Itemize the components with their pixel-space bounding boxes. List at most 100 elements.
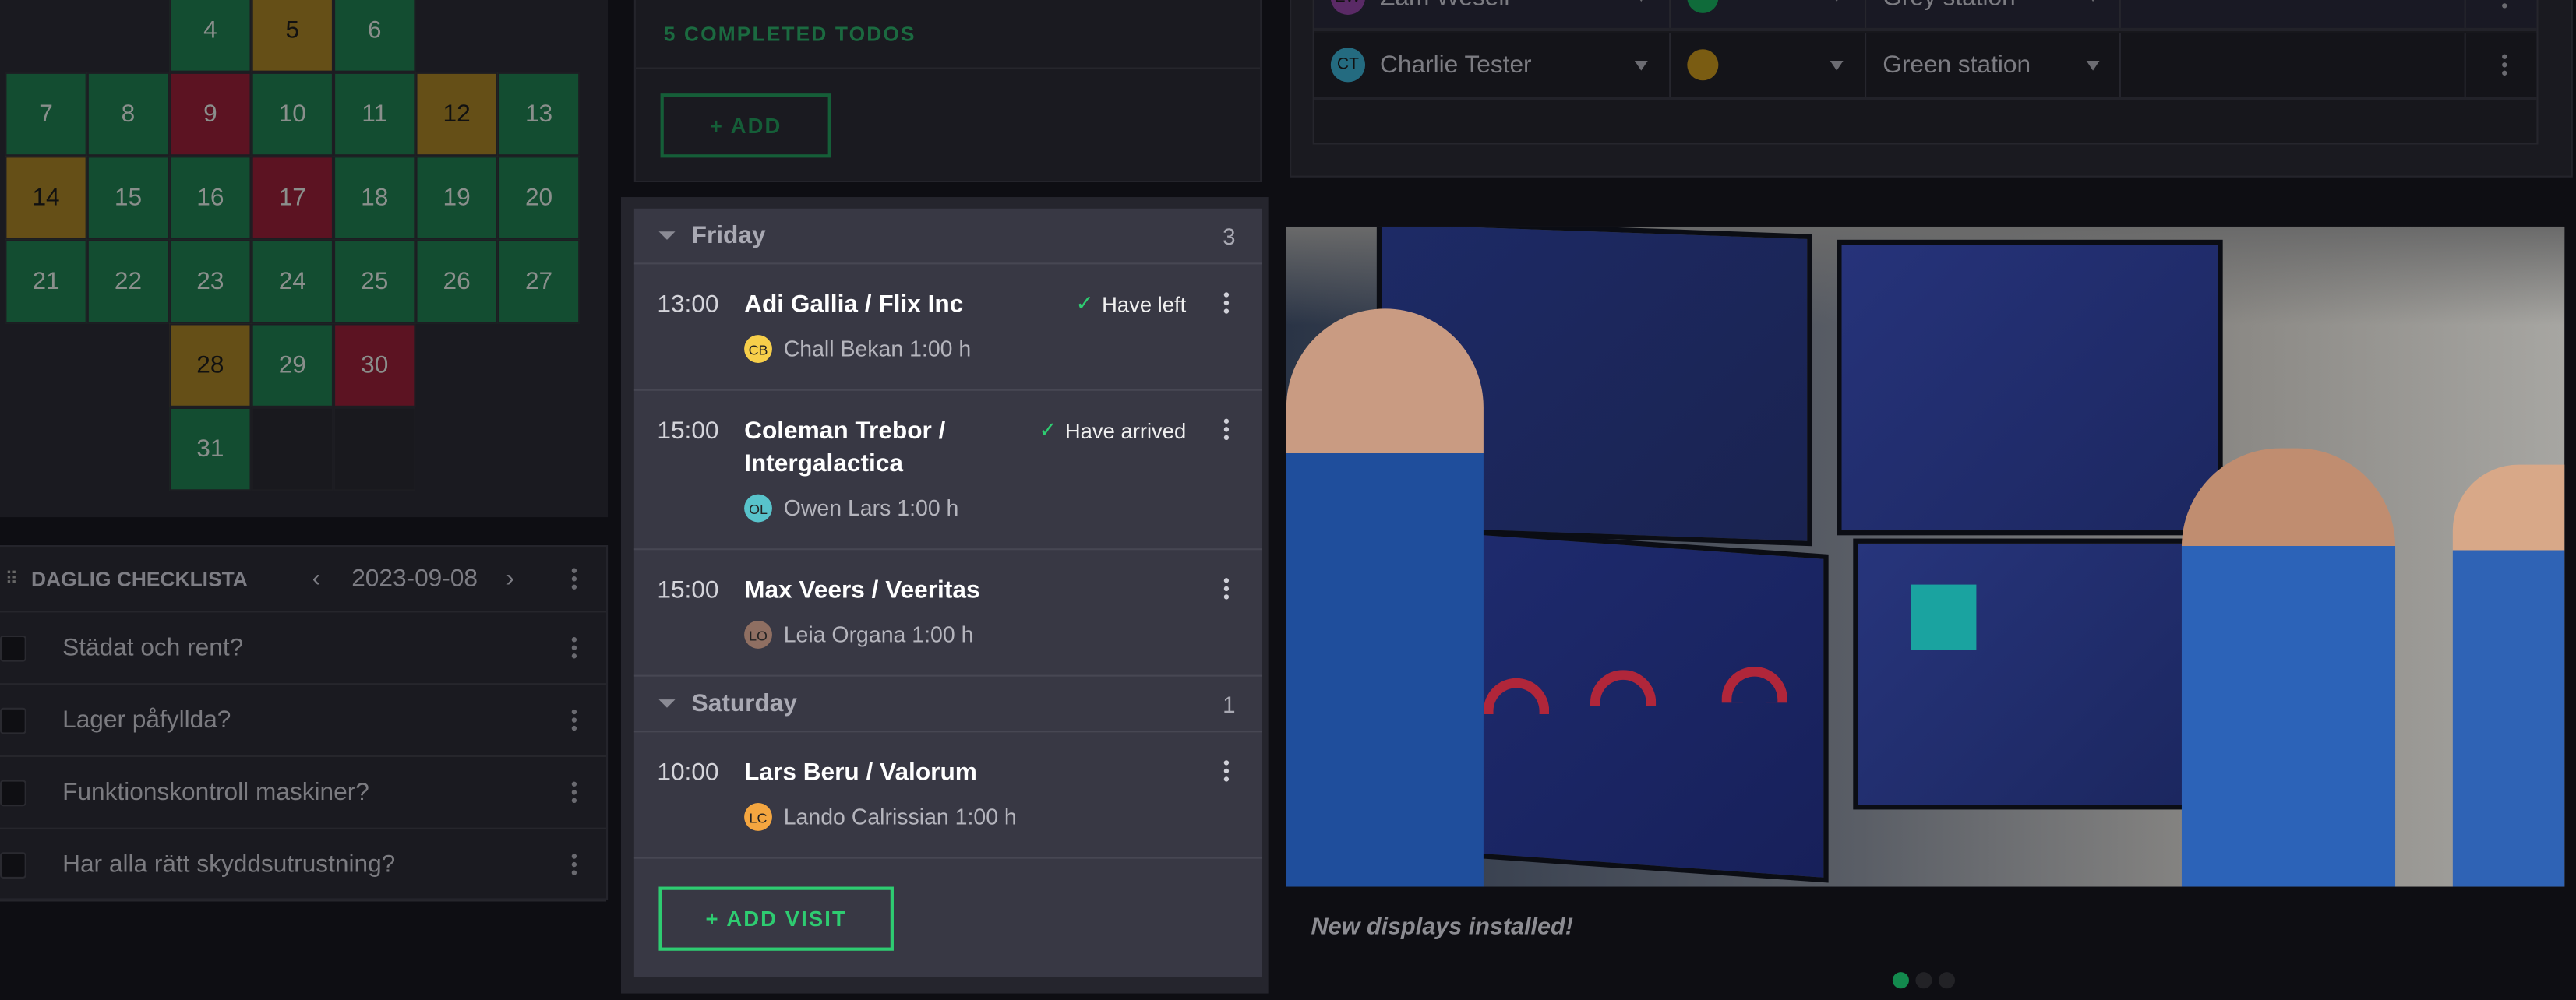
checklist-item: Lager påfyllda? (0, 685, 606, 757)
completed-todos-toggle[interactable]: 5 COMPLETED TODOS (664, 23, 916, 47)
add-todo-button[interactable]: + ADD (660, 93, 831, 158)
calendar-day[interactable]: 11 (333, 72, 416, 157)
row-menu-icon[interactable] (2500, 0, 2507, 8)
checklist-checkbox[interactable] (0, 706, 26, 734)
day-name: Friday (691, 221, 766, 250)
collapse-caret-icon[interactable] (658, 231, 676, 240)
prev-date-button[interactable]: ‹ (312, 565, 321, 593)
person (1286, 308, 1484, 887)
calendar-day[interactable]: 31 (169, 407, 252, 491)
carousel-dot[interactable] (1915, 972, 1932, 989)
avatar: CB (744, 335, 772, 363)
calendar-day[interactable]: 10 (251, 72, 334, 157)
calendar-day[interactable]: 19 (415, 156, 498, 240)
calendar-day[interactable]: 9 (169, 72, 252, 157)
next-date-button[interactable]: › (506, 565, 514, 593)
calendar-day[interactable]: 13 (497, 72, 580, 157)
notes-cell[interactable] (2121, 0, 2466, 28)
status-dot (1687, 0, 1719, 12)
item-menu-icon[interactable] (570, 854, 577, 875)
dropdown-arrow-icon[interactable] (2086, 0, 2100, 2)
avatar: CT (1330, 48, 1366, 83)
status-select[interactable] (1671, 0, 1867, 28)
checklist-checkbox[interactable] (0, 634, 26, 661)
visit-menu-icon[interactable] (1223, 760, 1229, 782)
station-select[interactable]: Green station (1866, 33, 2121, 97)
day-group-header[interactable]: Saturday 1 (633, 677, 1262, 733)
visit-menu-icon[interactable] (1223, 292, 1229, 314)
calendar-day[interactable]: 21 (5, 239, 87, 324)
station-select[interactable]: Grey station (1866, 0, 2121, 28)
item-menu-icon[interactable] (570, 781, 577, 804)
checklist-checkbox[interactable] (0, 851, 26, 878)
person-select[interactable]: ZW Zam Wesell (1314, 0, 1671, 28)
visit-menu-icon[interactable] (1223, 578, 1229, 600)
person-select[interactable]: CT Charlie Tester (1314, 33, 1671, 97)
calendar-day[interactable]: 30 (333, 323, 416, 407)
check-icon: ✓ (1039, 417, 1057, 442)
calendar-day[interactable]: 5 (251, 0, 334, 72)
host-name: Chall Bekan 1:00 h (783, 336, 972, 361)
checklist-menu-icon[interactable] (570, 568, 577, 590)
checklist-item-label: Lager påfyllda? (62, 706, 231, 734)
visit-item[interactable]: 13:00 Adi Gallia / Flix Inc CB Chall Bekan … (633, 264, 1262, 391)
calendar-day[interactable]: 8 (86, 72, 170, 157)
calendar-day[interactable]: 7 (5, 72, 87, 157)
visit-host: LC Lando Calrissian 1:00 h (744, 803, 1017, 831)
status-label: Have arrived (1064, 417, 1187, 443)
divider (635, 67, 1261, 69)
news-caption: New displays installed! (1311, 914, 1573, 942)
notes-cell[interactable] (2121, 33, 2466, 97)
calendar-day[interactable]: 22 (86, 239, 170, 324)
calendar-day[interactable]: 18 (333, 156, 416, 240)
visit-time: 15:00 (657, 417, 719, 445)
calendar-day[interactable]: 29 (251, 323, 334, 407)
calendar-day[interactable]: 17 (251, 156, 334, 240)
calendar-day[interactable]: 28 (169, 323, 252, 407)
status-select[interactable] (1671, 33, 1867, 97)
calendar-day[interactable]: 14 (5, 156, 87, 240)
calendar-day[interactable]: 16 (169, 156, 252, 240)
calendar-day[interactable]: 26 (415, 239, 498, 324)
dropdown-arrow-icon[interactable] (1830, 59, 1844, 70)
row-menu-cell[interactable] (2466, 33, 2540, 97)
item-menu-icon[interactable] (570, 709, 577, 731)
add-visit-button[interactable]: + ADD VISIT (658, 886, 894, 951)
stations-table: ZW Zam Wesell Grey station CT Charlie Tester… (1312, 0, 2540, 145)
calendar-day[interactable]: 25 (333, 239, 416, 324)
day-group-header[interactable]: Friday 3 (633, 209, 1262, 265)
visit-item[interactable]: 15:00 Coleman Trebor / Intergalactica OL Ow… (633, 391, 1262, 551)
collapse-caret-icon[interactable] (658, 699, 676, 708)
row-menu-icon[interactable] (2500, 54, 2507, 76)
visit-time: 13:00 (657, 290, 719, 319)
visit-status: ✓ Have left (1076, 290, 1187, 317)
carousel-dot[interactable] (1892, 972, 1909, 989)
status-label: Have left (1102, 291, 1187, 316)
calendar-day[interactable]: 15 (86, 156, 170, 240)
dropdown-arrow-icon[interactable] (1634, 0, 1648, 2)
calendar-day[interactable]: 24 (251, 239, 334, 324)
checklist-date: 2023-09-08 (351, 565, 478, 593)
checklist-item: Funktionskontroll maskiner? (0, 757, 606, 829)
calendar-day[interactable]: 6 (333, 0, 416, 72)
checklist-item-label: Funktionskontroll maskiner? (62, 778, 369, 807)
checklist-checkbox[interactable] (0, 779, 26, 806)
visit-title: Adi Gallia / Flix Inc (744, 290, 964, 319)
item-menu-icon[interactable] (570, 637, 577, 659)
visit-item[interactable]: 10:00 Lars Beru / Valorum LC Lando Calrissi… (633, 732, 1262, 859)
visit-item[interactable]: 15:00 Max Veers / Veeritas LO Leia Organa 1… (633, 550, 1262, 677)
calendar-day[interactable]: 20 (497, 156, 580, 240)
calendar-day[interactable]: 23 (169, 239, 252, 324)
calendar-day[interactable]: 27 (497, 239, 580, 324)
drag-handle-icon[interactable]: ⠿ (5, 569, 18, 590)
day-name: Saturday (691, 689, 798, 718)
carousel-dot[interactable] (1938, 972, 1955, 989)
calendar-day[interactable]: 12 (415, 72, 498, 157)
dropdown-arrow-icon[interactable] (1634, 59, 1648, 70)
dropdown-arrow-icon[interactable] (1830, 0, 1844, 2)
dropdown-arrow-icon[interactable] (2086, 59, 2100, 70)
visit-menu-icon[interactable] (1223, 418, 1229, 441)
dashboard: 4 5 6 7 8 9 10 11 12 13 14 15 16 17 18 19 20 21 22 23 24 25 26… (0, 0, 2576, 1000)
row-menu-cell[interactable] (2466, 0, 2540, 28)
calendar-day[interactable]: 4 (169, 0, 252, 72)
